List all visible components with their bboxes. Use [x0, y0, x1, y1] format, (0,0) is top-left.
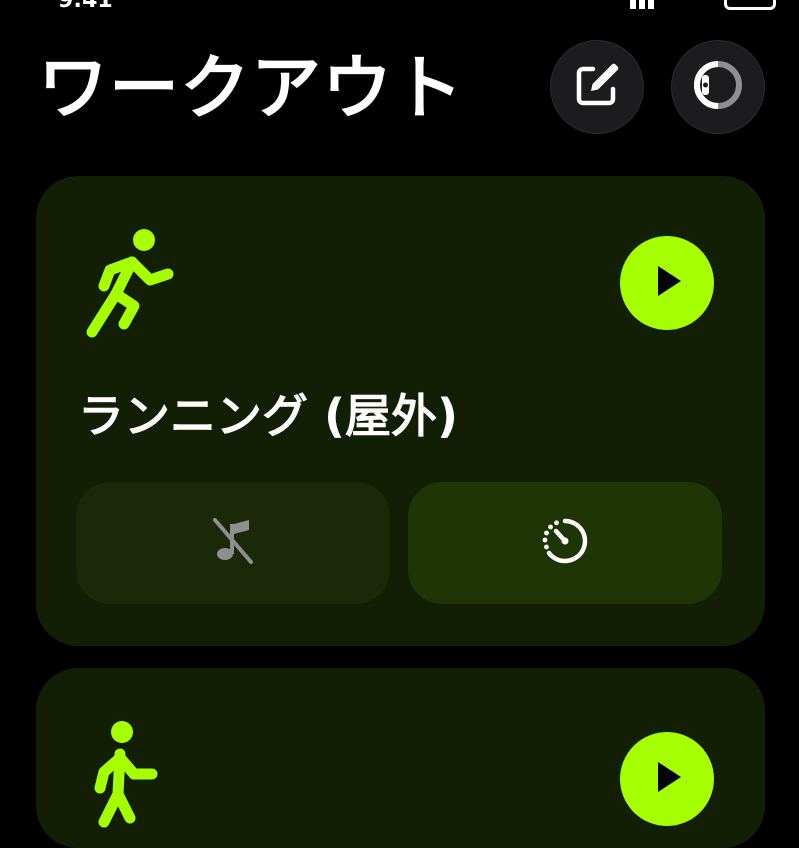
watch-button[interactable]: [671, 40, 765, 134]
edit-button[interactable]: [550, 40, 644, 134]
start-workout-button[interactable]: [620, 236, 714, 330]
timer-icon: [539, 515, 591, 571]
workout-card-outdoor-walk[interactable]: [36, 668, 765, 848]
cellular-signal-icon: [628, 0, 668, 13]
workout-card-outdoor-run[interactable]: ランニング (屋外): [36, 176, 765, 646]
square-and-pencil-icon: [569, 57, 625, 117]
play-icon: [647, 261, 687, 305]
music-button[interactable]: [76, 482, 390, 604]
status-bar: 9:41: [0, 0, 799, 14]
figure-walk-icon: [84, 718, 174, 832]
workout-title: ランニング (屋外): [78, 389, 459, 443]
play-icon: [647, 757, 687, 801]
status-time: 9:41: [58, 0, 113, 13]
page-title: ワークアウト: [38, 47, 464, 129]
music-note-slash-icon: [211, 516, 255, 570]
battery-icon: [724, 0, 776, 10]
apple-watch-icon: [688, 55, 748, 119]
figure-run-icon: [84, 224, 180, 344]
goal-timer-button[interactable]: [408, 482, 722, 604]
start-workout-button[interactable]: [620, 732, 714, 826]
